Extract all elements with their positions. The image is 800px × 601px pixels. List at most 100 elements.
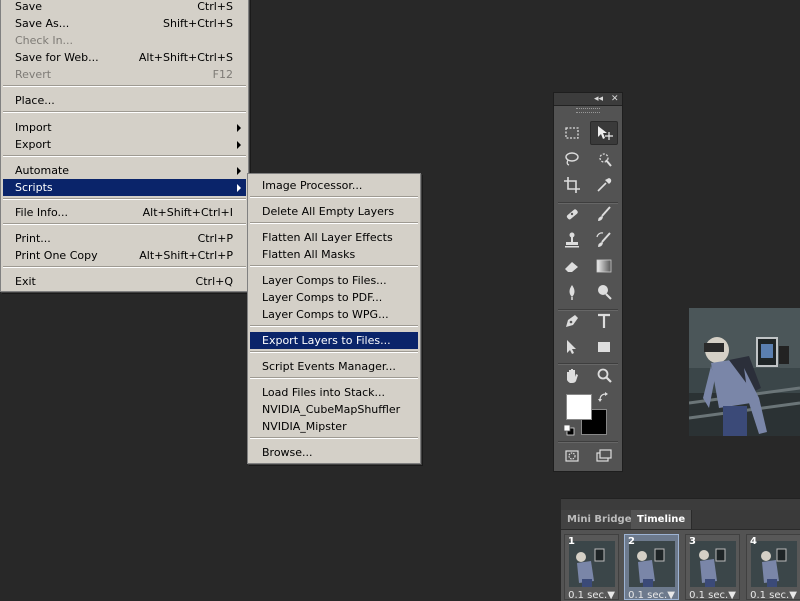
frame-delay-dropdown[interactable]: 0.1 sec.▼ bbox=[565, 590, 618, 601]
menu-item-load-files-into-stack[interactable]: Load Files into Stack... bbox=[250, 384, 418, 401]
eyedropper-tool-icon[interactable] bbox=[590, 173, 618, 197]
menu-item-save[interactable]: Save Ctrl+S bbox=[3, 0, 246, 15]
menu-item-label: Flatten All Layer Effects bbox=[262, 231, 393, 244]
brush-tool-icon[interactable] bbox=[590, 202, 618, 226]
path-selection-tool-icon[interactable] bbox=[558, 335, 586, 359]
hand-tool-icon[interactable] bbox=[558, 364, 586, 388]
frame-number: 3 bbox=[689, 536, 696, 547]
frame-thumbnail bbox=[569, 541, 615, 587]
menu-item-automate[interactable]: Automate bbox=[3, 162, 246, 179]
menu-separator bbox=[250, 222, 418, 224]
blur-tool-icon[interactable] bbox=[558, 280, 586, 304]
menu-item-export-layers-to-files[interactable]: Export Layers to Files... bbox=[250, 332, 418, 349]
screen-mode-icon[interactable] bbox=[590, 444, 618, 468]
menu-item-label: File Info... bbox=[15, 206, 69, 219]
menu-item-nvidia-cubemapshuffler[interactable]: NVIDIA_CubeMapShuffler bbox=[250, 401, 418, 418]
marquee-tool-icon[interactable] bbox=[558, 121, 586, 145]
lasso-tool-icon[interactable] bbox=[558, 147, 586, 171]
menu-item-script-events-manager[interactable]: Script Events Manager... bbox=[250, 358, 418, 375]
timeline-frame[interactable]: 4 0.1 sec.▼ bbox=[746, 534, 800, 601]
menu-item-scripts[interactable]: Scripts bbox=[3, 179, 246, 196]
menu-item-print-one-copy[interactable]: Print One Copy Alt+Shift+Ctrl+P bbox=[3, 247, 246, 264]
timeline-frame[interactable]: 1 0.1 sec.▼ bbox=[564, 534, 619, 601]
document-canvas[interactable] bbox=[689, 308, 800, 436]
timeline-frame[interactable]: 2 0.1 sec.▼ bbox=[624, 534, 679, 601]
submenu-arrow-icon bbox=[237, 141, 241, 149]
menu-item-nvidia-mipster[interactable]: NVIDIA_Mipster bbox=[250, 418, 418, 435]
frame-number: 1 bbox=[568, 536, 575, 547]
menu-item-label: Delete All Empty Layers bbox=[262, 205, 395, 218]
menu-item-place[interactable]: Place... bbox=[3, 92, 246, 109]
frame-delay-dropdown[interactable]: 0.1 sec.▼ bbox=[747, 590, 800, 601]
menu-item-shortcut: Ctrl+P bbox=[197, 232, 233, 245]
menu-separator bbox=[3, 111, 246, 113]
menu-item-file-info[interactable]: File Info... Alt+Shift+Ctrl+I bbox=[3, 204, 246, 221]
frame-thumbnail bbox=[751, 541, 797, 587]
file-menu: Save Ctrl+S Save As... Shift+Ctrl+S Chec… bbox=[0, 0, 249, 292]
menu-separator bbox=[250, 265, 418, 267]
frame-delay-dropdown[interactable]: 0.1 sec.▼ bbox=[625, 590, 678, 601]
timeline-panel-titlebar[interactable] bbox=[561, 499, 800, 510]
menu-item-save-for-web[interactable]: Save for Web... Alt+Shift+Ctrl+S bbox=[3, 49, 246, 66]
healing-brush-tool-icon[interactable] bbox=[558, 202, 586, 226]
tab-mini-bridge[interactable]: Mini Bridge bbox=[561, 510, 639, 529]
close-panel-icon[interactable]: ✕ bbox=[611, 93, 619, 105]
gradient-tool-icon[interactable] bbox=[590, 254, 618, 278]
move-tool-icon[interactable] bbox=[590, 121, 618, 145]
menu-item-shortcut: Shift+Ctrl+S bbox=[163, 17, 233, 30]
menu-separator bbox=[250, 351, 418, 353]
menu-item-label: Check In... bbox=[15, 34, 74, 47]
menu-item-export[interactable]: Export bbox=[3, 136, 246, 153]
menu-item-flatten-all-masks[interactable]: Flatten All Masks bbox=[250, 246, 418, 263]
menu-separator bbox=[3, 85, 246, 87]
default-colors-icon[interactable] bbox=[563, 424, 575, 436]
menu-item-flatten-all-layer-effects[interactable]: Flatten All Layer Effects bbox=[250, 229, 418, 246]
menu-item-shortcut: Ctrl+S bbox=[197, 0, 233, 13]
menu-item-revert: Revert F12 bbox=[3, 66, 246, 83]
zoom-tool-icon[interactable] bbox=[590, 364, 618, 388]
menu-item-layer-comps-to-wpg[interactable]: Layer Comps to WPG... bbox=[250, 306, 418, 323]
swap-colors-icon[interactable] bbox=[598, 391, 610, 403]
tools-panel-titlebar[interactable]: ◂◂ ✕ bbox=[554, 93, 622, 106]
type-tool-icon[interactable] bbox=[590, 309, 618, 333]
quick-selection-tool-icon[interactable] bbox=[590, 147, 618, 171]
rectangle-tool-icon[interactable] bbox=[590, 335, 618, 359]
history-brush-tool-icon[interactable] bbox=[590, 228, 618, 252]
timeline-frame[interactable]: 3 0.1 sec.▼ bbox=[685, 534, 740, 601]
menu-item-layer-comps-to-pdf[interactable]: Layer Comps to PDF... bbox=[250, 289, 418, 306]
menu-item-shortcut: Alt+Shift+Ctrl+I bbox=[142, 206, 233, 219]
menu-item-label: Image Processor... bbox=[262, 179, 363, 192]
foreground-color-swatch[interactable] bbox=[566, 394, 592, 420]
menu-item-label: Browse... bbox=[262, 446, 313, 459]
crop-tool-icon[interactable] bbox=[558, 173, 586, 197]
tools-panel: ◂◂ ✕ bbox=[553, 92, 623, 472]
pen-tool-icon[interactable] bbox=[558, 309, 586, 333]
menu-item-image-processor[interactable]: Image Processor... bbox=[250, 177, 418, 194]
menu-item-exit[interactable]: Exit Ctrl+Q bbox=[3, 273, 246, 290]
menu-item-browse[interactable]: Browse... bbox=[250, 444, 418, 461]
menu-separator bbox=[250, 196, 418, 198]
eraser-tool-icon[interactable] bbox=[558, 254, 586, 278]
clone-stamp-tool-icon[interactable] bbox=[558, 228, 586, 252]
timeline-panel: Mini Bridge Timeline 1 0.1 sec.▼ 2 0.1 s… bbox=[561, 498, 800, 601]
tab-timeline[interactable]: Timeline bbox=[631, 510, 693, 529]
panel-grip[interactable] bbox=[576, 108, 600, 113]
menu-separator bbox=[250, 377, 418, 379]
menu-item-delete-all-empty-layers[interactable]: Delete All Empty Layers bbox=[250, 203, 418, 220]
menu-item-label: Layer Comps to PDF... bbox=[262, 291, 383, 304]
menu-item-shortcut: Ctrl+Q bbox=[195, 275, 233, 288]
menu-item-layer-comps-to-files[interactable]: Layer Comps to Files... bbox=[250, 272, 418, 289]
frame-delay-dropdown[interactable]: 0.1 sec.▼ bbox=[686, 590, 739, 601]
menu-item-label: Layer Comps to WPG... bbox=[262, 308, 389, 321]
menu-item-print[interactable]: Print... Ctrl+P bbox=[3, 230, 246, 247]
menu-item-label: Revert bbox=[15, 68, 52, 81]
menu-item-label: Scripts bbox=[15, 181, 53, 194]
menu-item-label: Print... bbox=[15, 232, 51, 245]
menu-item-import[interactable]: Import bbox=[3, 119, 246, 136]
collapse-panel-icon[interactable]: ◂◂ bbox=[594, 93, 603, 105]
menu-item-label: Flatten All Masks bbox=[262, 248, 356, 261]
quick-mask-icon[interactable] bbox=[558, 444, 586, 468]
menu-item-label: Automate bbox=[15, 164, 70, 177]
dodge-tool-icon[interactable] bbox=[590, 280, 618, 304]
menu-item-save-as[interactable]: Save As... Shift+Ctrl+S bbox=[3, 15, 246, 32]
